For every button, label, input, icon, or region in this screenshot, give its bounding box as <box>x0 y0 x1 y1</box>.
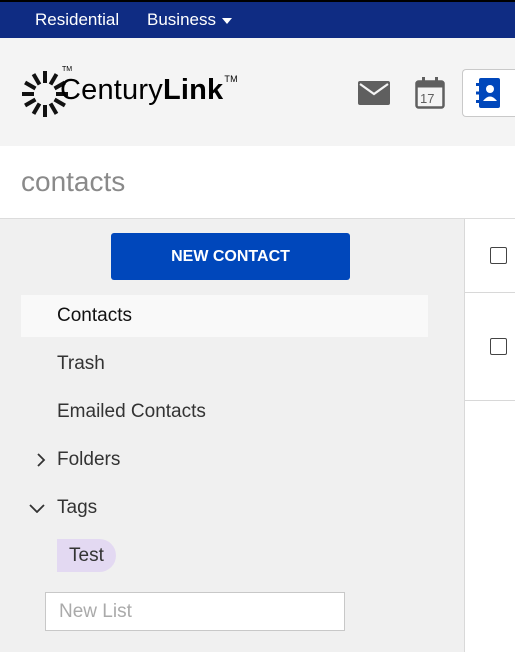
chevron-down-icon[interactable] <box>29 487 45 529</box>
business-label: Business <box>147 10 216 29</box>
sidebar-item-label: Folders <box>57 449 121 470</box>
app-header: TM CenturyLinkTM 17 <box>0 38 515 146</box>
contacts-icon <box>476 78 500 108</box>
logo-tm: TM <box>224 74 238 84</box>
top-nav-bar: Residential Business <box>0 0 515 38</box>
contacts-app-button[interactable] <box>462 69 515 117</box>
contact-list <box>465 219 515 652</box>
sidebar-item-label: Emailed Contacts <box>57 401 206 422</box>
sidebar-item-label: Trash <box>57 353 105 374</box>
row-checkbox[interactable] <box>490 247 507 264</box>
new-contact-button[interactable]: NEW CONTACT <box>111 233 350 280</box>
caret-down-icon <box>221 17 232 24</box>
list-row[interactable] <box>465 293 515 401</box>
calendar-app-button[interactable]: 17 <box>406 69 454 117</box>
sidebar-item-folders[interactable]: Folders <box>21 439 428 481</box>
sidebar-item-emailed-contacts[interactable]: Emailed Contacts <box>21 391 428 433</box>
sidebar-item-contacts[interactable]: Contacts <box>21 295 428 337</box>
mail-icon <box>358 81 390 105</box>
tag-test[interactable]: Test <box>57 539 116 572</box>
sidebar-item-tags[interactable]: Tags <box>21 487 428 529</box>
chevron-right-icon[interactable] <box>33 439 49 481</box>
page-title-band: contacts <box>0 146 515 219</box>
mail-app-button[interactable] <box>350 69 398 117</box>
calendar-day: 17 <box>420 91 435 106</box>
page-title: contacts <box>21 166 126 197</box>
sidebar: NEW CONTACT Contacts Trash Emailed Conta… <box>0 219 465 652</box>
sidebar-item-label: Contacts <box>57 305 132 326</box>
residential-link[interactable]: Residential <box>35 10 119 30</box>
sidebar-item-trash[interactable]: Trash <box>21 343 428 385</box>
row-checkbox[interactable] <box>490 338 507 355</box>
logo-wordmark: CenturyLinkTM <box>60 74 238 107</box>
list-row[interactable] <box>465 219 515 293</box>
logo-mark-tm: TM <box>62 66 73 73</box>
business-menu[interactable]: Business <box>147 10 232 30</box>
sidebar-item-label: Tags <box>57 497 98 518</box>
new-list-input[interactable] <box>45 592 345 631</box>
logo-text-regular: Century <box>60 74 163 106</box>
logo-text-bold: Link <box>162 74 224 106</box>
